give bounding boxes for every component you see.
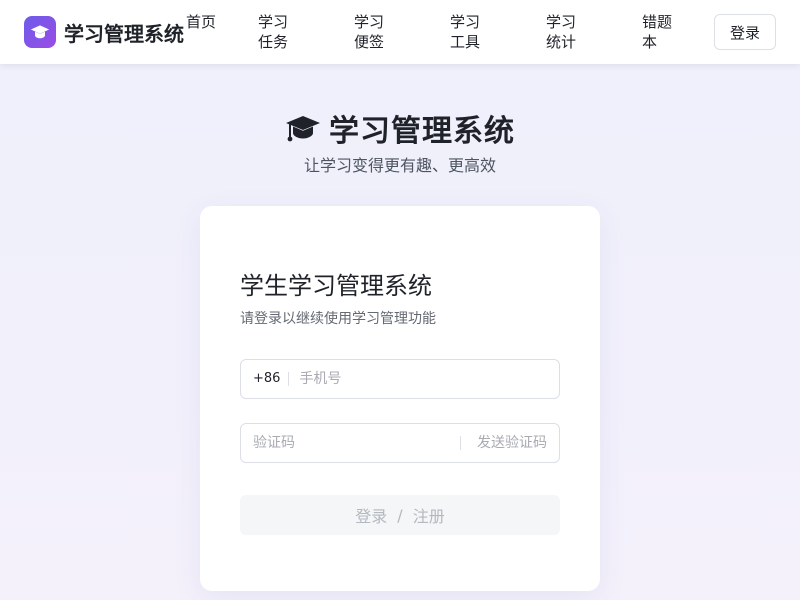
login-card-subtitle: 请登录以继续使用学习管理功能: [240, 311, 436, 327]
send-code-button[interactable]: 发送验证码: [460, 436, 559, 450]
phone-input[interactable]: [299, 360, 559, 398]
nav-item-mistakes[interactable]: 错题本: [642, 12, 672, 52]
hero-title: 学习管理系统: [0, 106, 800, 150]
verification-code-field: 发送验证码: [240, 423, 560, 463]
hero-subtitle: 让学习变得更有趣、更高效: [303, 156, 496, 175]
hero-title-text: 学习管理系统: [329, 114, 515, 149]
header-login-button[interactable]: 登录: [714, 14, 776, 50]
brand-name: 学习管理系统: [64, 21, 184, 46]
graduation-cap-icon: [24, 16, 56, 48]
graduation-cap-icon: [285, 112, 321, 144]
country-code-prefix: +86: [241, 372, 290, 386]
nav-item-home[interactable]: 首页: [186, 12, 216, 32]
separator: /: [397, 505, 403, 525]
verification-code-input[interactable]: [241, 424, 460, 462]
nav-item-tasks[interactable]: 学习任务: [258, 12, 288, 52]
phone-field: +86: [240, 359, 560, 399]
nav-item-statistics[interactable]: 学习统计: [546, 12, 576, 52]
nav-item-tools[interactable]: 学习工具: [450, 12, 480, 52]
login-card: 学生学习管理系统 请登录以继续使用学习管理功能 +86 发送验证码 登录 / 注…: [200, 206, 600, 591]
register-label: 注册: [412, 507, 445, 526]
login-label: 登录: [355, 507, 388, 526]
top-navbar: 学习管理系统 首页 学习任务 学习便签 学习工具 学习统计 错题本 登录: [0, 0, 800, 64]
nav-item-notes[interactable]: 学习便签: [354, 12, 384, 52]
login-register-button[interactable]: 登录 / 注册: [240, 495, 560, 535]
brand[interactable]: 学习管理系统: [24, 16, 184, 48]
login-card-title: 学生学习管理系统: [240, 272, 432, 300]
